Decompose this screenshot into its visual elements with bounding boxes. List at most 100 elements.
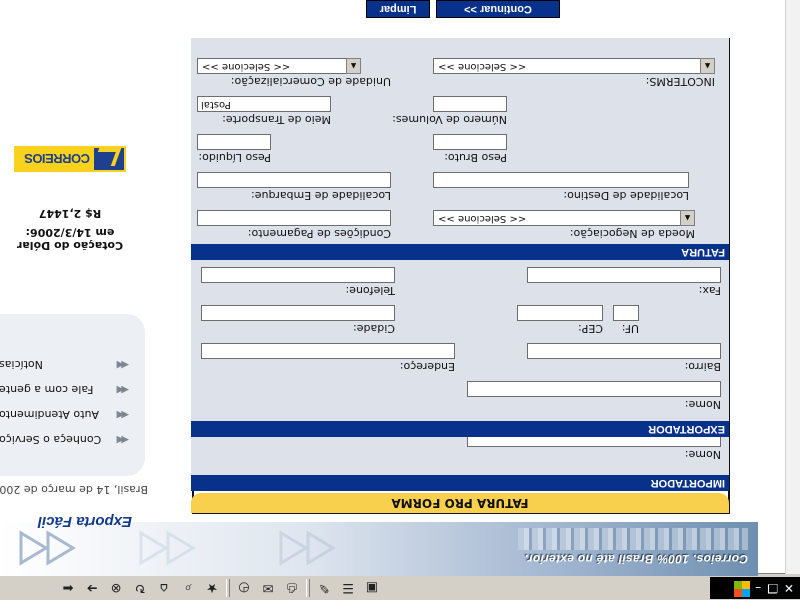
loc-destino-label: Localidade de Destino: [563, 189, 689, 202]
peso-liquido-input[interactable] [197, 134, 271, 150]
moeda-label: Moeda de Negociação: [569, 227, 695, 240]
bairro-input[interactable] [527, 343, 721, 359]
restore-icon[interactable]: ❐ [767, 581, 778, 595]
cidade-input[interactable] [201, 305, 395, 321]
importador-panel: Nome: [191, 431, 729, 475]
double-arrow-icon: ◀◀ [119, 409, 129, 421]
forward-icon[interactable]: ➔ [82, 579, 102, 597]
banner-pattern [518, 528, 748, 550]
bairro-label: Bairro: [684, 360, 721, 373]
cep-label: CEP: [578, 322, 603, 335]
endereco-input[interactable] [201, 343, 455, 359]
section-exportador: EXPORTADOR [191, 421, 729, 437]
section-fatura: FATURA [191, 244, 729, 260]
dollar-quote-title: Cotação do Dólar [16, 239, 124, 252]
double-arrow-icon: ◀◀ [119, 434, 129, 446]
menu-item-auto-atendimento[interactable]: ◀◀ Auto Atendimento [0, 407, 129, 423]
back-icon[interactable]: ⬅ [58, 579, 78, 597]
arrow-mark-icon [19, 530, 76, 566]
refresh-icon[interactable]: ↻ [130, 579, 150, 597]
telefone-input[interactable] [201, 267, 395, 283]
dollar-quote-value: R$ 2,1447 [38, 207, 102, 220]
unidade-select[interactable]: ▲ << Selecione >> [197, 58, 361, 74]
dropdown-arrow-icon: ▲ [700, 58, 715, 74]
edit-icon[interactable]: ✎ [314, 579, 334, 597]
correios-logo-icon [94, 148, 124, 170]
arrow-mark-icon [139, 530, 196, 566]
dollar-quote-date: em 14/3/2006: [25, 226, 115, 239]
telefone-label: Telefone: [345, 284, 396, 297]
arrow-mark-icon [279, 530, 336, 566]
condicoes-input[interactable] [197, 210, 391, 226]
invoice-form: FATURA PRO FORMA IMPORTADOR Nome: EXPORT… [191, 38, 730, 514]
limpar-button[interactable]: Limpar [366, 0, 430, 18]
dropdown-arrow-icon: ▲ [680, 210, 695, 226]
window-controls: ✕ ❐ – [710, 577, 800, 599]
banner: Correios. 100% Brasil até no exterior. [0, 522, 758, 576]
history-icon[interactable]: ◴ [234, 579, 254, 597]
meio-transporte-label: Meio de Transporte: [222, 113, 331, 126]
uf-label: UF: [621, 322, 639, 335]
menu-item-label: Fale com a gente [0, 383, 94, 397]
dollar-quote: Cotação do Dólar em 14/3/2006: R$ 2,1447 [0, 207, 140, 252]
moeda-value: << Selecione >> [438, 213, 527, 224]
peso-liquido-label: Peso Líquido: [198, 151, 271, 164]
scrollbar[interactable] [785, 0, 800, 574]
menu-item-conheca[interactable]: ◀◀ Conheça o Serviço [0, 432, 129, 448]
menu-item-fale-conosco[interactable]: ◀◀ Fale com a gente [0, 382, 129, 398]
loc-embarque-input[interactable] [197, 172, 391, 188]
discuss-icon[interactable]: ☰ [338, 579, 358, 597]
moeda-select[interactable]: ▲ << Selecione >> [433, 210, 695, 226]
fax-input[interactable] [527, 267, 721, 283]
uf-input[interactable] [613, 305, 639, 321]
windows-logo-icon [734, 581, 750, 597]
condicoes-label: Condições de Pagamento: [247, 227, 391, 240]
exportador-nome-input[interactable] [467, 381, 721, 397]
fatura-panel: Moeda de Negociação: ▲ << Selecione >> C… [191, 38, 729, 244]
media-icon[interactable]: ▣ [362, 579, 382, 597]
incoterms-label: INCOTERMS: [645, 75, 715, 88]
double-arrow-icon: ◀◀ [119, 384, 129, 396]
stop-icon[interactable]: ⊗ [106, 579, 126, 597]
continuar-button[interactable]: Continuar >> [436, 0, 560, 18]
importador-nome-label: Nome: [684, 448, 721, 461]
menu-item-noticias[interactable]: ◀◀ Notícias [0, 357, 129, 373]
exportador-panel: Nome: Bairro: Endereço: UF: CEP: Cidade:… [191, 260, 729, 421]
home-icon[interactable]: ⌂ [154, 579, 174, 597]
close-icon[interactable]: ✕ [784, 581, 794, 595]
banner-tagline: Correios. 100% Brasil até no exterior. [524, 552, 749, 566]
mail-icon[interactable]: ✉ [258, 579, 278, 597]
exportador-nome-label: Nome: [684, 398, 721, 411]
search-icon[interactable]: ⌕ [178, 579, 198, 597]
brand-title: Exporta Fácil [37, 513, 132, 530]
endereco-label: Endereço: [399, 360, 455, 373]
browser-toolbar: ✕ ❐ – ▣ ☰ ✎ ⎙ ✉ ◴ ★ ⌕ ⌂ ↻ ⊗ ➔ ⬅ [0, 573, 800, 600]
num-volumes-input[interactable] [433, 96, 507, 112]
correios-logo[interactable]: CORREIOS [14, 146, 126, 172]
section-importador: IMPORTADOR [191, 475, 729, 491]
minimize-icon[interactable]: – [755, 581, 761, 595]
meio-transporte-input[interactable]: Postal [197, 96, 331, 112]
loc-destino-input[interactable] [433, 172, 689, 188]
side-menu: ◀◀ Conheça o Serviço ◀◀ Auto Atendimento… [0, 314, 145, 476]
dropdown-arrow-icon: ▲ [346, 58, 361, 74]
peso-bruto-input[interactable] [433, 134, 507, 150]
incoterms-select[interactable]: ▲ << Selecione >> [433, 58, 715, 74]
toolbar-separator [306, 579, 310, 597]
favorites-icon[interactable]: ★ [202, 579, 222, 597]
num-volumes-label: Número de Volumes: [392, 113, 507, 126]
logo-text: CORREIOS [24, 151, 90, 167]
page: ✕ ❐ – ▣ ☰ ✎ ⎙ ✉ ◴ ★ ⌕ ⌂ ↻ ⊗ ➔ ⬅ Correios… [0, 0, 800, 600]
menu-item-label: Auto Atendimento [0, 408, 99, 422]
fax-label: Fax: [698, 284, 721, 297]
peso-bruto-label: Peso Bruto: [444, 151, 507, 164]
date-line: Brasil, 14 de março de 2006 [0, 483, 148, 496]
menu-item-label: Notícias [0, 358, 43, 372]
toolbar-separator [226, 579, 230, 597]
unidade-value: << Selecione >> [202, 61, 291, 72]
menu-item-label: Conheça o Serviço [0, 433, 102, 447]
cep-input[interactable] [517, 305, 603, 321]
print-icon[interactable]: ⎙ [282, 579, 302, 597]
page-rotated-view: ✕ ❐ – ▣ ☰ ✎ ⎙ ✉ ◴ ★ ⌕ ⌂ ↻ ⊗ ➔ ⬅ Correios… [0, 0, 800, 600]
loc-embarque-label: Localidade de Embarque: [251, 189, 391, 202]
